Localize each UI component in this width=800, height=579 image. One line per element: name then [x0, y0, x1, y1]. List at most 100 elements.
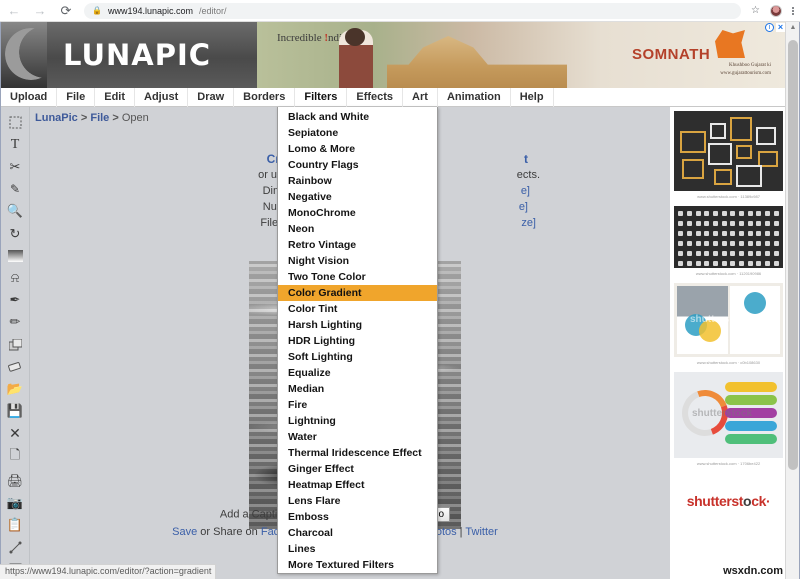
- dropdown-item-heatmap-effect[interactable]: Heatmap Effect: [278, 477, 437, 493]
- shutterstock-logo[interactable]: shutterst o ck ·: [672, 473, 785, 529]
- lunapic-logo[interactable]: LUNAPIC: [1, 22, 257, 88]
- ad-info-icon[interactable]: i: [765, 23, 774, 32]
- ad-site-url: Khushboo Gujarat ki www.gujarattourism.c…: [720, 63, 771, 76]
- menu-item-edit[interactable]: Edit: [95, 87, 136, 107]
- dropdown-item-lomo-more[interactable]: Lomo & More: [278, 141, 437, 157]
- dropdown-item-neon[interactable]: Neon: [278, 221, 437, 237]
- dropdown-item-lightning[interactable]: Lightning: [278, 413, 437, 429]
- open-folder-icon[interactable]: 📂: [4, 379, 26, 398]
- pen-tool-icon[interactable]: ✒: [4, 291, 26, 310]
- save-link[interactable]: Save: [172, 526, 197, 538]
- dropdown-item-lines[interactable]: Lines: [278, 541, 437, 557]
- tools-sidebar: T ✂ ✎ 🔍 ↻ ⍾ ✒ ✏ 📂 💾 ✕ 🗋 🖨 📷 📋: [1, 107, 30, 579]
- menu-item-effects[interactable]: Effects: [347, 87, 404, 107]
- forward-arrow-icon[interactable]: →: [32, 3, 48, 19]
- pencil-icon[interactable]: ✏: [4, 313, 26, 332]
- browser-window: ← → ⟳ 🔒 www194.lunapic.com/editor/ ☆ LUN…: [0, 0, 800, 579]
- breadcrumb-section[interactable]: File: [90, 112, 109, 124]
- dropdown-item-negative[interactable]: Negative: [278, 189, 437, 205]
- save-disk-icon[interactable]: 💾: [4, 402, 26, 421]
- infographic-ad[interactable]: shutterstock www.shutterstock.com · 1706…: [672, 372, 785, 469]
- dropdown-item-thermal-iridescence-effect[interactable]: Thermal Iridescence Effect: [278, 445, 437, 461]
- dropdown-item-charcoal[interactable]: Charcoal: [278, 525, 437, 541]
- dropdown-item-median[interactable]: Median: [278, 381, 437, 397]
- dropdown-item-equalize[interactable]: Equalize: [278, 365, 437, 381]
- eyedropper-icon[interactable]: ✎: [4, 180, 26, 199]
- twitter-link[interactable]: Twitter: [465, 526, 497, 538]
- bookmark-star-icon[interactable]: ☆: [751, 5, 760, 16]
- dropdown-item-retro-vintage[interactable]: Retro Vintage: [278, 237, 437, 253]
- kebab-menu-icon[interactable]: [792, 6, 794, 15]
- picture-frames-ad[interactable]: i × www.shutterstock.com · 11389c987: [672, 111, 785, 202]
- ad-caption: www.shutterstock.com · 11389c987: [697, 194, 760, 199]
- menu-item-upload[interactable]: Upload: [1, 87, 58, 107]
- icon-set-ad[interactable]: www.shutterstock.com · 1120190986: [672, 206, 785, 279]
- top-ad-banner[interactable]: Incredible !ndia SOMNATH Khushboo Gujara…: [257, 22, 787, 88]
- browser-toolbar: ← → ⟳ 🔒 www194.lunapic.com/editor/ ☆: [0, 0, 800, 22]
- flyer-template-ad[interactable]: shutterstock www.shutterstock.com · c0b1…: [672, 283, 785, 368]
- marquee-select-icon[interactable]: [4, 113, 26, 132]
- line-tool-icon[interactable]: [4, 538, 26, 557]
- dropdown-item-fire[interactable]: Fire: [278, 397, 437, 413]
- dropdown-item-ginger-effect[interactable]: Ginger Effect: [278, 461, 437, 477]
- text-tool-icon[interactable]: T: [4, 135, 26, 154]
- address-bar[interactable]: 🔒 www194.lunapic.com/editor/: [84, 2, 742, 19]
- rotate-refresh-icon[interactable]: ↻: [4, 224, 26, 243]
- dropdown-item-more-textured-filters[interactable]: More Textured Filters: [278, 557, 437, 573]
- copy-icon[interactable]: 📋: [4, 515, 26, 534]
- page-scrollbar[interactable]: ▲: [785, 22, 799, 579]
- dropdown-item-water[interactable]: Water: [278, 429, 437, 445]
- ad-controls: i ×: [765, 23, 785, 32]
- menu-item-filters[interactable]: Filters: [295, 87, 348, 107]
- new-page-icon[interactable]: 🗋: [4, 446, 26, 468]
- scroll-up-arrow-icon[interactable]: ▲: [786, 24, 799, 31]
- ad-caption: www.shutterstock.com · 1706be422: [696, 461, 761, 466]
- layers-icon[interactable]: [4, 335, 26, 354]
- dropdown-item-color-tint[interactable]: Color Tint: [278, 301, 437, 317]
- ad-title: SOMNATH: [632, 46, 711, 63]
- dropdown-item-harsh-lighting[interactable]: Harsh Lighting: [278, 317, 437, 333]
- lock-icon: 🔒: [92, 6, 102, 15]
- url-path: /editor/: [199, 5, 227, 16]
- camera-icon[interactable]: 📷: [4, 493, 26, 512]
- ad-person-image: [339, 28, 373, 88]
- page-viewport: LUNAPIC Incredible !ndia SOMNATH Khushbo…: [0, 22, 800, 579]
- dropdown-item-soft-lighting[interactable]: Soft Lighting: [278, 349, 437, 365]
- menu-item-borders[interactable]: Borders: [234, 87, 296, 107]
- avatar[interactable]: [770, 4, 782, 17]
- menu-item-art[interactable]: Art: [403, 87, 438, 107]
- page-watermark: wsxdn.com: [723, 565, 783, 577]
- dropdown-item-sepiatone[interactable]: Sepiatone: [278, 125, 437, 141]
- reload-icon[interactable]: ⟳: [58, 3, 74, 19]
- menu-item-animation[interactable]: Animation: [438, 87, 511, 107]
- scissors-cut-icon[interactable]: ✂: [4, 157, 26, 176]
- dropdown-item-night-vision[interactable]: Night Vision: [278, 253, 437, 269]
- menu-item-draw[interactable]: Draw: [188, 87, 235, 107]
- dropdown-item-country-flags[interactable]: Country Flags: [278, 157, 437, 173]
- gradient-icon[interactable]: [4, 246, 26, 265]
- dropdown-item-lens-flare[interactable]: Lens Flare: [278, 493, 437, 509]
- close-x-icon[interactable]: ✕: [4, 424, 26, 443]
- gujarat-tourism-logo: [715, 30, 745, 58]
- dropdown-item-emboss[interactable]: Emboss: [278, 509, 437, 525]
- scrollbar-thumb[interactable]: [788, 40, 798, 470]
- eraser-icon[interactable]: [4, 357, 26, 376]
- back-arrow-icon[interactable]: ←: [6, 3, 22, 19]
- menu-item-adjust[interactable]: Adjust: [135, 87, 189, 107]
- magnifier-zoom-icon[interactable]: 🔍: [4, 202, 26, 221]
- breadcrumb-root[interactable]: LunaPic: [35, 112, 78, 124]
- paint-bucket-icon[interactable]: ⍾: [4, 268, 26, 287]
- ad-close-icon[interactable]: ×: [776, 23, 785, 32]
- dropdown-item-hdr-lighting[interactable]: HDR Lighting: [278, 333, 437, 349]
- print-icon[interactable]: 🖨: [4, 471, 26, 490]
- dropdown-item-color-gradient[interactable]: Color Gradient: [278, 285, 437, 301]
- dropdown-item-rainbow[interactable]: Rainbow: [278, 173, 437, 189]
- menu-item-help[interactable]: Help: [511, 87, 554, 107]
- dropdown-item-monochrome[interactable]: MonoChrome: [278, 205, 437, 221]
- dropdown-item-two-tone-color[interactable]: Two Tone Color: [278, 269, 437, 285]
- icon-set-image: [674, 206, 783, 268]
- ad-caption: www.shutterstock.com · 1120190986: [695, 271, 762, 276]
- ad-sidebar: i × www.shutterstock.com · 11389c987: [670, 107, 787, 579]
- dropdown-item-black-and-white[interactable]: Black and White: [278, 109, 437, 125]
- menu-item-file[interactable]: File: [57, 87, 96, 107]
